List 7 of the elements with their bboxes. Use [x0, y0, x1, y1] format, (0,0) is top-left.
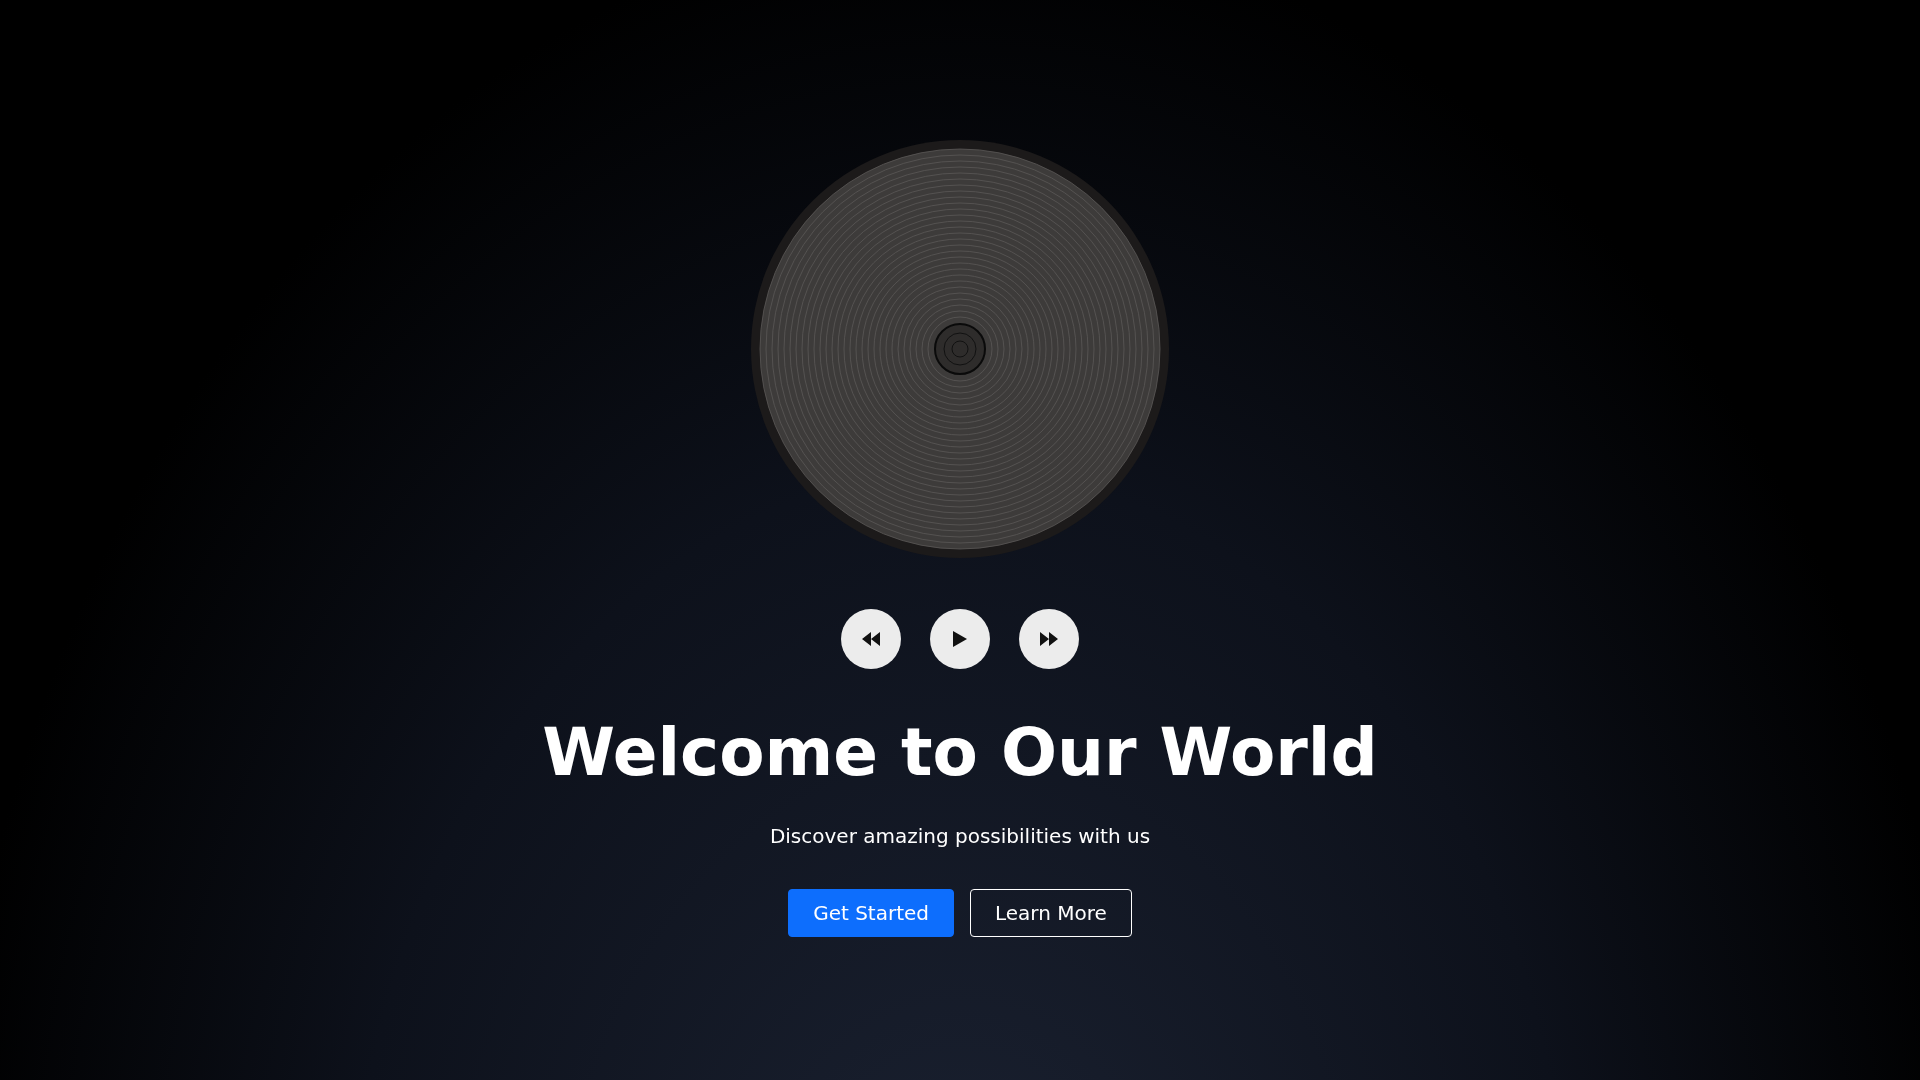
fast-forward-icon [1040, 632, 1058, 646]
hero-title: Welcome to Our World [542, 713, 1378, 793]
get-started-button[interactable]: Get Started [788, 889, 954, 937]
learn-more-button[interactable]: Learn More [970, 889, 1132, 937]
hero-subtitle: Discover amazing possibilities with us [769, 823, 1151, 850]
rewind-icon [862, 632, 880, 646]
play-icon [953, 631, 967, 647]
